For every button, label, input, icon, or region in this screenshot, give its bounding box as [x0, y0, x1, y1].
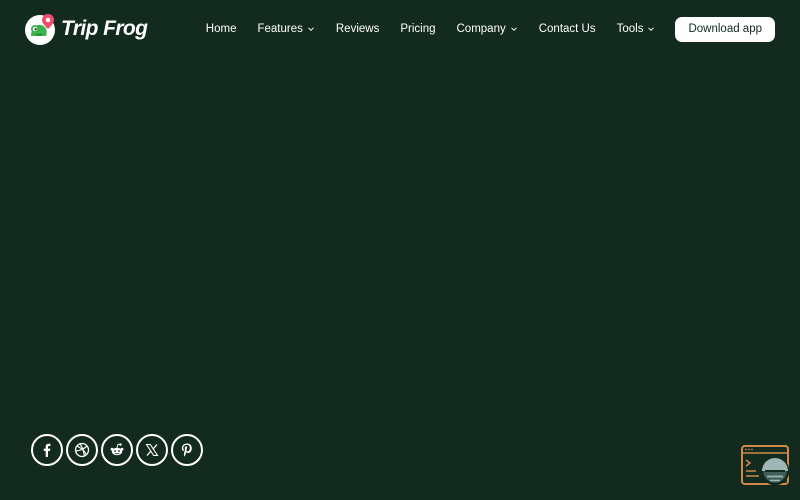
nav-item-label: Contact Us	[538, 23, 596, 35]
reddit-icon	[110, 443, 124, 456]
dribbble-icon	[74, 442, 90, 458]
reddit-link[interactable]	[101, 434, 133, 466]
nav-item-label: Reviews	[335, 23, 380, 35]
site-header: Trip Frog Home Features Reviews Pricing …	[0, 0, 800, 58]
terminal-window-icon	[741, 445, 790, 486]
frog-map-pin-icon	[25, 14, 55, 45]
logo-link[interactable]: Trip Frog	[24, 12, 148, 46]
chevron-down-icon	[308, 27, 314, 32]
nav-item-label: Company	[456, 23, 506, 35]
nav-item-pricing[interactable]: Pricing	[400, 23, 435, 35]
facebook-icon	[43, 443, 51, 457]
main-nav: Home Features Reviews Pricing Company Co…	[206, 0, 775, 58]
nav-item-home[interactable]: Home	[206, 23, 237, 35]
nav-item-label: Pricing	[400, 23, 436, 35]
nav-item-features[interactable]: Features	[257, 23, 314, 35]
page: Trip Frog Home Features Reviews Pricing …	[0, 0, 800, 500]
nav-item-label: Home	[205, 23, 237, 35]
nav-item-label: Features	[257, 23, 303, 35]
nav-item-reviews[interactable]: Reviews	[336, 23, 379, 35]
download-app-button[interactable]: Download app	[675, 16, 775, 42]
chevron-down-icon	[510, 27, 517, 32]
terminal-widget[interactable]	[740, 444, 792, 490]
social-links	[31, 434, 206, 466]
brand-name: Trip Frog	[61, 17, 148, 40]
nav-item-tools[interactable]: Tools	[617, 23, 656, 35]
x-icon	[145, 443, 159, 457]
nav-item-contact-us[interactable]: Contact Us	[539, 23, 596, 35]
x-link[interactable]	[136, 434, 168, 466]
chevron-down-icon	[648, 27, 655, 32]
facebook-link[interactable]	[31, 434, 63, 466]
nav-item-label: Tools	[616, 23, 644, 35]
dribbble-link[interactable]	[66, 434, 98, 466]
pinterest-link[interactable]	[171, 434, 203, 466]
nav-item-company[interactable]: Company	[457, 23, 518, 35]
pinterest-icon	[181, 443, 192, 457]
